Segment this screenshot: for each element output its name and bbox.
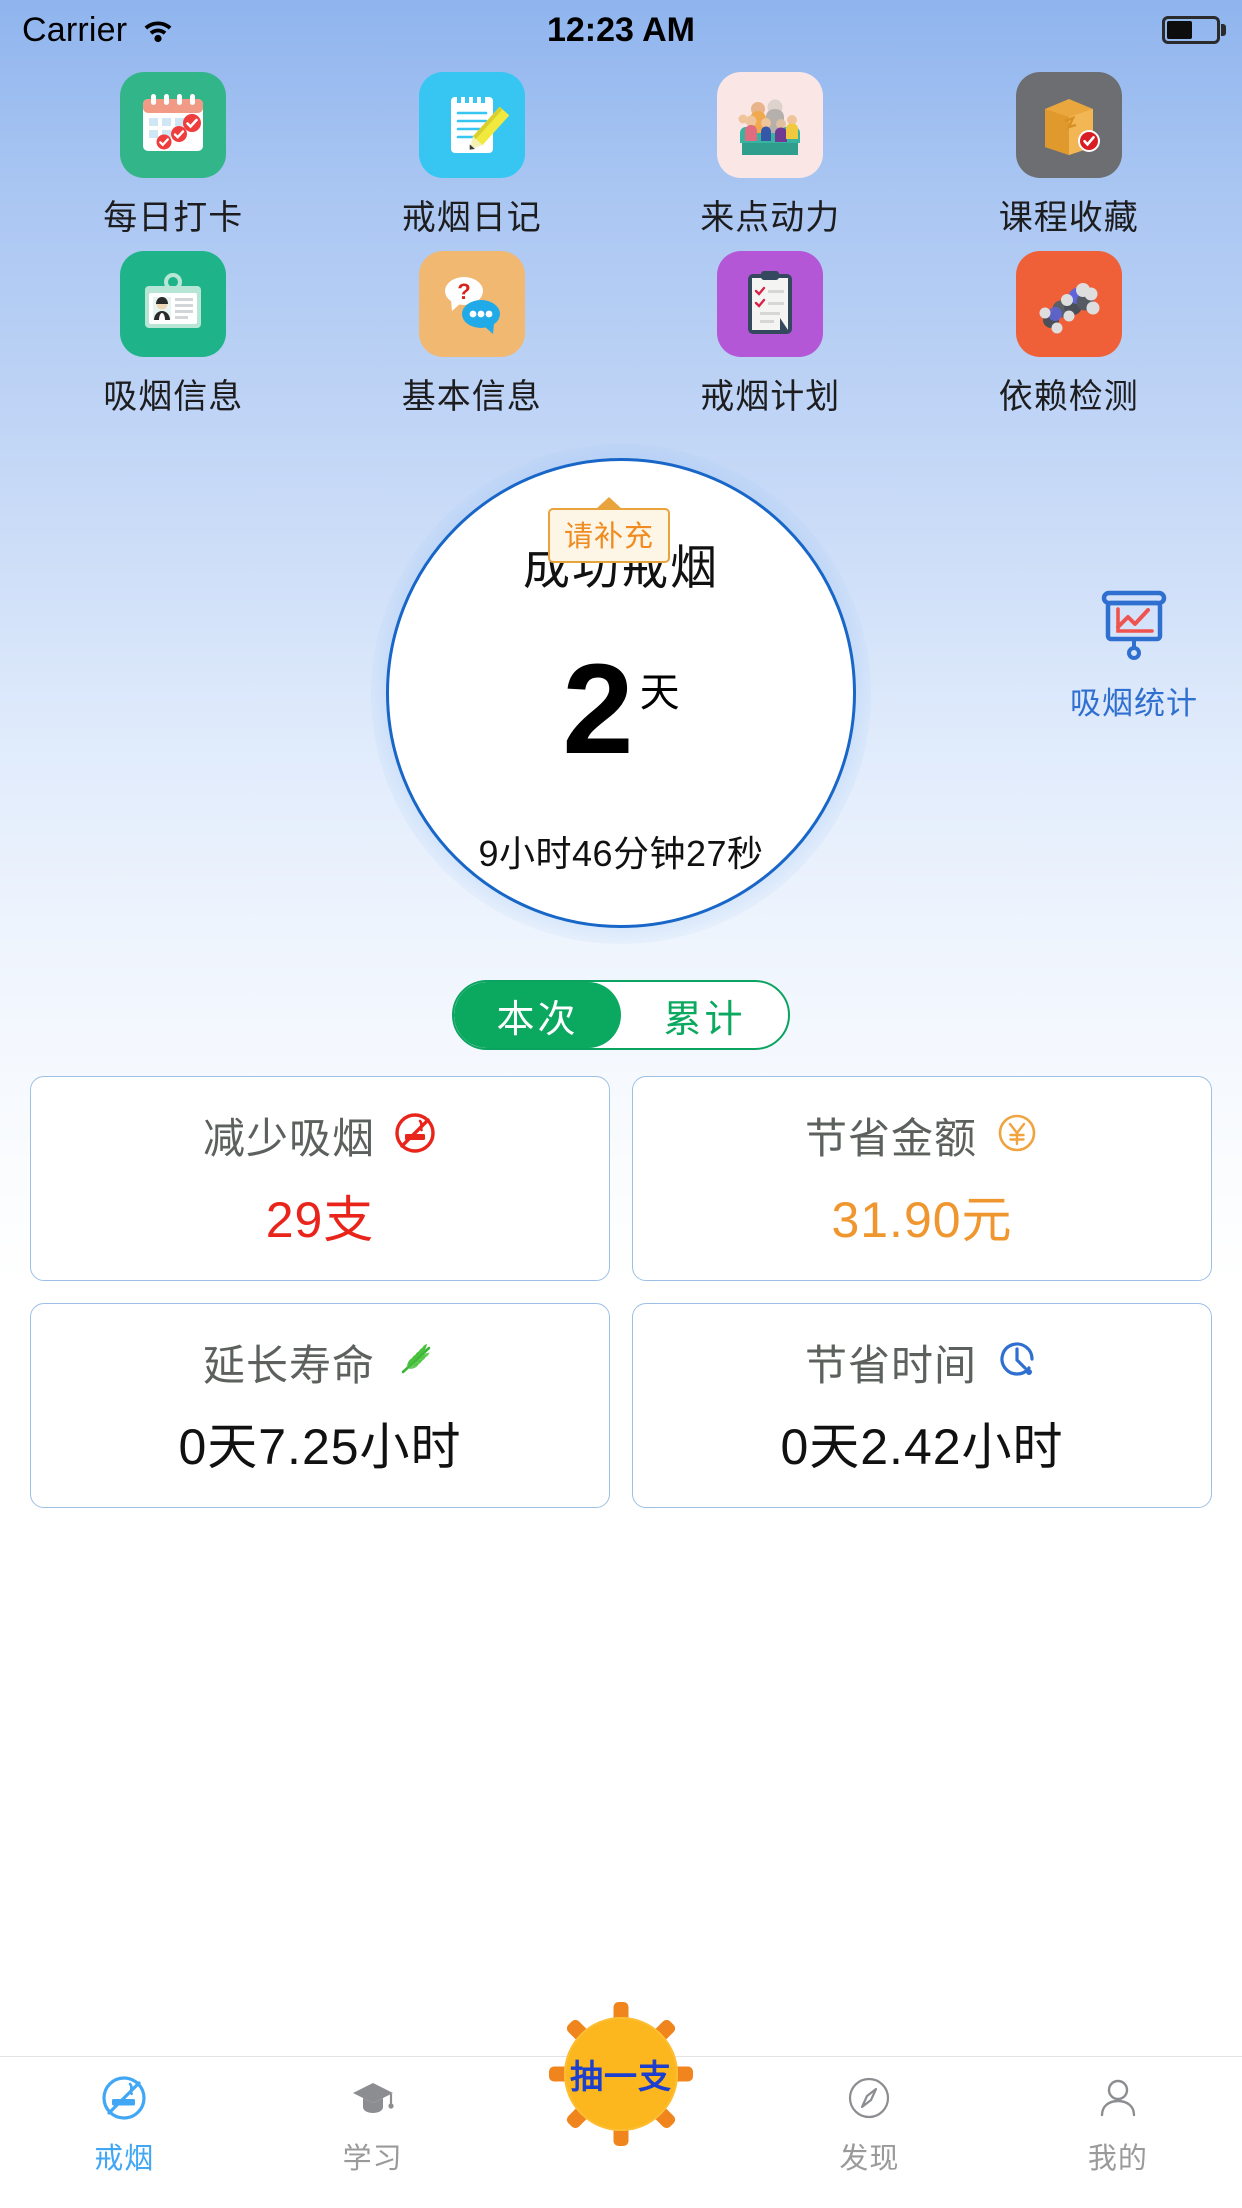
stat-card-reduced-smoking[interactable]: 减少吸烟 29支 bbox=[30, 1076, 610, 1281]
toggle-option-current[interactable]: 本次 bbox=[454, 982, 621, 1048]
app-shortcut-label: 戒烟日记 bbox=[401, 199, 542, 237]
card-value: 0天7.25小时 bbox=[178, 1419, 462, 1475]
tab-label: 戒烟 bbox=[94, 2143, 155, 2175]
tab-learning[interactable]: 学习 bbox=[248, 2073, 496, 2177]
smoke-one-label: 抽一支 bbox=[570, 2058, 673, 2095]
yen-coin-icon bbox=[995, 1111, 1039, 1160]
tooltip-text: 请补充 bbox=[548, 508, 671, 563]
stat-card-grid: 减少吸烟 29支 节省金额 31.90元 延长寿命 0天7.25小时 节省时间 … bbox=[0, 1050, 1242, 1508]
chart-board-icon bbox=[1094, 585, 1174, 670]
calendar-check-icon bbox=[120, 72, 227, 178]
app-shortcut-course-favorites[interactable]: 课程收藏 bbox=[920, 72, 1219, 239]
stat-card-time-saved[interactable]: 节省时间 0天2.42小时 bbox=[632, 1303, 1212, 1508]
graduation-cap-icon bbox=[348, 2073, 398, 2128]
app-shortcut-daily-checkin[interactable]: 每日打卡 bbox=[24, 72, 323, 239]
clipboard-check-icon bbox=[717, 251, 824, 357]
period-toggle[interactable]: 本次 累计 bbox=[452, 980, 790, 1050]
card-title: 节省时间 bbox=[804, 1342, 977, 1389]
quit-timer-text: 9小时46分钟27秒 bbox=[478, 832, 764, 874]
clock-icon bbox=[995, 1338, 1039, 1387]
tab-mine[interactable]: 我的 bbox=[994, 2073, 1242, 2177]
toggle-option-total[interactable]: 累计 bbox=[621, 982, 788, 1048]
app-shortcut-label: 课程收藏 bbox=[998, 199, 1139, 237]
app-shortcut-smoking-info[interactable]: 吸烟信息 bbox=[24, 251, 323, 418]
app-shortcut-basic-info[interactable]: ? 基本信息 bbox=[323, 251, 622, 418]
leaf-icon bbox=[393, 1338, 437, 1387]
tab-label: 我的 bbox=[1087, 2143, 1148, 2175]
no-smoking-icon bbox=[99, 2073, 149, 2128]
supplement-tooltip[interactable]: 请补充 bbox=[548, 497, 671, 563]
smoke-one-button-core[interactable]: 抽一支 bbox=[564, 2017, 679, 2131]
card-header: 减少吸烟 bbox=[203, 1105, 437, 1166]
app-shortcut-label: 依赖检测 bbox=[998, 378, 1139, 416]
status-bar: Carrier 12:23 AM bbox=[0, 0, 1242, 60]
status-bar-clock: 12:23 AM bbox=[546, 10, 696, 49]
app-shortcut-label: 戒烟计划 bbox=[700, 378, 841, 416]
chat-question-icon: ? bbox=[418, 251, 525, 357]
bottom-tab-bar: 戒烟 学习 抽一支 发现 我的 bbox=[0, 2002, 1242, 2208]
app-shortcut-quit-diary[interactable]: 戒烟日记 bbox=[323, 72, 622, 239]
stat-card-life-extended[interactable]: 延长寿命 0天7.25小时 bbox=[30, 1303, 610, 1508]
tab-discover[interactable]: 发现 bbox=[745, 2073, 993, 2177]
app-shortcut-label: 吸烟信息 bbox=[103, 378, 244, 416]
app-shortcut-quit-plan[interactable]: 戒烟计划 bbox=[621, 251, 920, 418]
card-header: 节省时间 bbox=[805, 1332, 1039, 1393]
stat-card-money-saved[interactable]: 节省金额 31.90元 bbox=[632, 1076, 1212, 1281]
app-shortcut-motivation[interactable]: 来点动力 bbox=[621, 72, 920, 239]
app-shortcut-label: 每日打卡 bbox=[103, 199, 244, 237]
battery-icon bbox=[1162, 16, 1220, 44]
period-toggle-wrap: 本次 累计 bbox=[0, 980, 1242, 1050]
card-title: 延长寿命 bbox=[202, 1342, 375, 1389]
molecule-icon bbox=[1015, 251, 1122, 357]
family-photo-icon bbox=[717, 72, 824, 178]
card-value: 0天2.42小时 bbox=[780, 1419, 1064, 1475]
smoking-statistics-shortcut[interactable]: 吸烟统计 bbox=[1070, 585, 1198, 723]
app-shortcut-label: 基本信息 bbox=[401, 378, 542, 416]
quit-days-unit: 天 bbox=[639, 671, 680, 715]
tab-label: 学习 bbox=[342, 2143, 403, 2175]
no-smoking-icon bbox=[393, 1111, 437, 1160]
smoking-statistics-label: 吸烟统计 bbox=[1070, 686, 1198, 721]
card-value: 29支 bbox=[265, 1192, 375, 1248]
app-shortcut-grid: 每日打卡 戒烟日记 来点动力 课程收藏 吸烟信息 ? 基本信息 戒烟计划 依赖检… bbox=[0, 60, 1242, 418]
course-box-icon bbox=[1015, 72, 1122, 178]
card-title: 节省金额 bbox=[804, 1115, 977, 1162]
card-header: 节省金额 bbox=[805, 1105, 1039, 1166]
app-shortcut-label: 来点动力 bbox=[700, 199, 841, 237]
quit-days-value: 2 bbox=[562, 638, 634, 781]
svg-text:?: ? bbox=[457, 279, 470, 304]
card-title: 减少吸烟 bbox=[202, 1115, 375, 1162]
notepad-pencil-icon bbox=[418, 72, 525, 178]
id-card-icon bbox=[120, 251, 227, 357]
card-header: 延长寿命 bbox=[203, 1332, 437, 1393]
tab-quit-smoking[interactable]: 戒烟 bbox=[0, 2073, 248, 2177]
person-icon bbox=[1093, 2073, 1143, 2128]
quit-days-row: 2 天 bbox=[562, 638, 680, 781]
tab-label: 发现 bbox=[839, 2143, 900, 2175]
compass-icon bbox=[844, 2073, 894, 2128]
app-shortcut-dependency-test[interactable]: 依赖检测 bbox=[920, 251, 1219, 418]
smoke-one-button[interactable]: 抽一支 bbox=[548, 2001, 694, 2147]
card-value: 31.90元 bbox=[831, 1192, 1013, 1248]
